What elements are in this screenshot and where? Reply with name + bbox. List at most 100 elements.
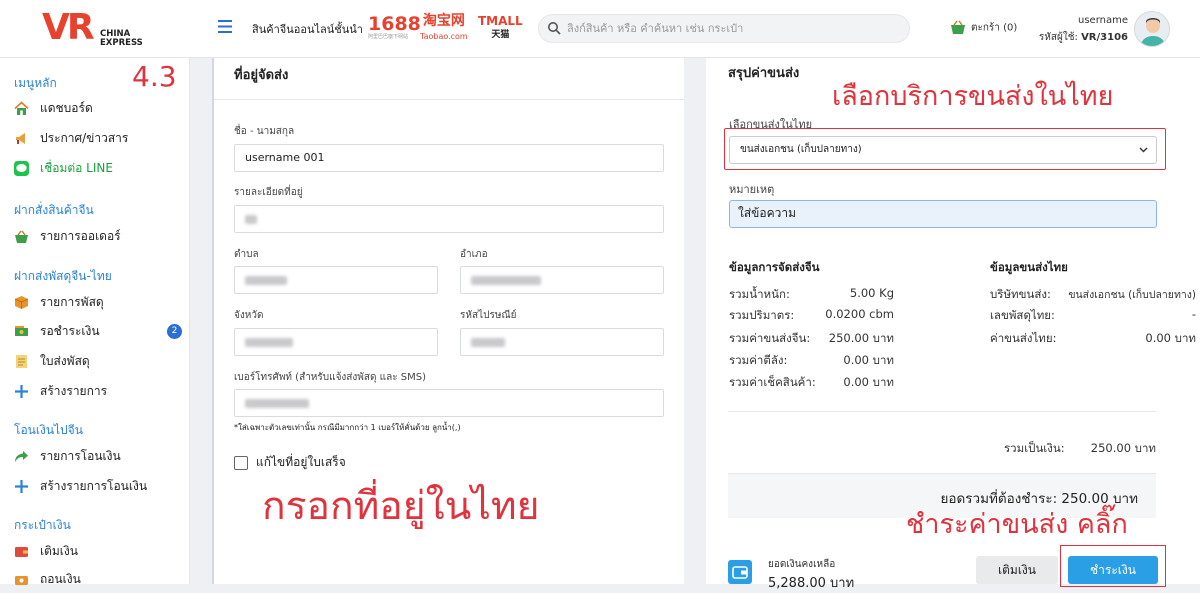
topup-button[interactable]: เติมเงิน [976,556,1058,584]
sidebar-item-dashboard[interactable]: แดชบอร์ด [14,97,184,119]
checkbox-box[interactable] [234,455,248,470]
summary-panel-title: สรุปค่าขนส่ง [728,66,800,81]
wallet-icon [15,547,28,557]
thai-shipping-title: ข้อมูลขนส่งไทย [990,260,1068,274]
phone-field[interactable] [234,389,664,417]
name-label: ชื่อ - นามสกุล [234,126,295,137]
document-icon [16,355,27,368]
china-volume-value: 0.0200 cbm [825,307,894,321]
brand-taobao-link[interactable]: 淘宝网 Taobao.com [420,13,468,45]
vr-china-express-logo[interactable]: VR CHINA EXPRESS [42,8,152,52]
thai-carrier-label: บริษัทขนส่ง: [990,287,1051,301]
thai-cost-value: 0.00 บาท [1145,331,1196,345]
district-label: อำเภอ [460,249,488,260]
slogan: สินค้าจีนออนไลน์ชั้นนำ [252,23,363,36]
hamburger-menu-icon[interactable] [218,20,232,34]
china-shipping-title: ข้อมูลการจัดส่งจีน [729,260,820,274]
annotation-click-pay: ชำระค่าขนส่ง คลิ๊ก [906,509,1128,540]
line-icon [14,161,29,176]
megaphone-icon [16,133,25,144]
wallet-balance-icon [728,560,752,584]
divider [728,411,1156,412]
money-icon [15,326,28,336]
note-input[interactable]: ใส่ข้อความ [729,200,1157,228]
plus-icon [15,385,28,398]
address-panel-title: ที่อยู่จัดส่ง [234,68,289,83]
check-fee-value: 0.00 บาท [843,375,894,389]
total-value: 250.00 บาท [1090,441,1156,455]
sidebar-section-main: เมนูหลัก [14,76,57,90]
search-input[interactable] [567,18,897,39]
balance-label: ยอดเงินคงเหลือ [768,559,836,570]
chevron-down-icon [1139,147,1148,153]
province-label: จังหวัด [234,310,264,321]
annotation-fill-address: กรอกที่อยู่ในไทย [262,484,540,529]
sidebar-item-transfers[interactable]: รายการโอนเงิน [14,445,184,467]
crate-fee-value: 0.00 บาท [843,353,894,367]
province-field[interactable] [234,328,438,356]
name-field[interactable]: username 001 [234,144,664,172]
step-number-annotation: 4.3 [132,60,177,93]
china-volume-label: รวมปริมาตร: [729,308,795,322]
sidebar-section-parcel: ฝากส่งพัสดุจีน-ไทย [14,269,112,283]
brand-1688-link[interactable]: 1688 阿里巴巴旗下网站 [368,14,421,40]
crate-fee-label: รวมค่าตีลัง: [729,353,788,367]
sidebar-section-wallet: กระเป๋าเงิน [14,518,71,532]
postcode-label: รหัสไปรษณีย์ [460,310,517,321]
sidebar-item-orders[interactable]: รายการออเดอร์ [14,225,184,247]
edit-receipt-address-checkbox[interactable]: แก้ไขที่อยู่ใบเสร็จ [234,453,346,472]
china-cost-value: 250.00 บาท [828,331,894,345]
user-id-label: รหัสผู้ใช้: VR/3106 [1038,32,1128,43]
thai-carrier-value: ขนส่งเอกชน (เก็บปลายทาง) [1068,289,1196,301]
postcode-field[interactable] [460,328,664,356]
divider [214,99,684,100]
annotation-select-thai-shipping: เลือกบริการขนส่งในไทย [832,81,1114,112]
brand-tmall-link[interactable]: TMALL 天猫 [478,14,523,42]
withdraw-icon [15,576,28,585]
district-field[interactable] [460,266,664,294]
sidebar-item-create-shipment[interactable]: สร้างรายการ [14,380,184,402]
sidebar-item-delivery-note[interactable]: ใบส่งพัสดุ [14,350,184,372]
basket-icon [15,230,28,243]
share-arrow-icon [15,451,28,462]
thai-shipping-select[interactable]: ขนส่งเอกชน (เก็บปลายทาง) [729,136,1157,164]
thai-tracking-value: - [1191,307,1196,321]
address-detail-field[interactable] [234,205,664,233]
cart-button[interactable]: ตะกร้า (0) [950,20,1017,36]
pay-button[interactable]: ชำระเงิน [1068,556,1158,584]
cart-label: ตะกร้า (0) [971,22,1018,34]
sidebar-item-topup[interactable]: เติมเงิน [14,540,184,562]
sidebar-item-withdraw[interactable]: ถอนเงิน [14,568,184,590]
sidebar-item-news[interactable]: ประกาศ/ข่าวสาร [14,127,184,149]
pending-count-badge: 2 [167,324,182,339]
phone-label: เบอร์โทรศัพท์ (สำหรับแจ้งส่งพัสดุ และ SM… [234,372,427,383]
sidebar-item-awaiting-payment[interactable]: รอชำระเงิน 2 [14,320,184,342]
sidebar-item-parcels[interactable]: รายการพัสดุ [14,291,184,313]
username-label: username [1078,15,1128,26]
note-label: หมายเหตุ [729,183,775,196]
total-label: รวมเป็นเงิน: [1004,441,1065,455]
subdistrict-field[interactable] [234,266,438,294]
user-avatar-icon [1140,18,1166,46]
box-icon [14,296,29,309]
home-icon [14,101,29,115]
logo-mark: VR [42,7,95,48]
product-search-bar[interactable] [538,14,910,43]
china-weight-value: 5.00 Kg [849,286,894,300]
thai-tracking-label: เลขพัสดุไทย: [990,308,1055,322]
phone-hint: *ใส่เฉพาะตัวเลขเท่านั้น กรณีมีมากกว่า 1 … [234,423,461,432]
check-fee-label: รวมค่าเช็คสินค้า: [729,375,816,389]
logo-sub-express: EXPRESS [100,38,143,48]
grand-total: ยอดรวมที่ต้องชำระ: 250.00 บาท [940,491,1138,507]
sidebar-section-order: ฝากสั่งสินค้าจีน [14,203,94,217]
search-icon [548,22,561,35]
basket-icon [951,20,965,34]
china-weight-label: รวมน้ำหนัก: [729,287,790,301]
sidebar-item-create-transfer[interactable]: สร้างรายการโอนเงิน [14,475,184,497]
address-detail-label: รายละเอียดที่อยู่ [234,187,303,198]
sidebar-section-transfer: โอนเงินไปจีน [14,423,83,437]
avatar[interactable] [1134,11,1170,47]
thai-cost-label: ค่าขนส่งไทย: [990,331,1057,345]
plus-icon [15,480,28,493]
sidebar-item-line[interactable]: เชื่อมต่อ LINE [14,157,184,179]
